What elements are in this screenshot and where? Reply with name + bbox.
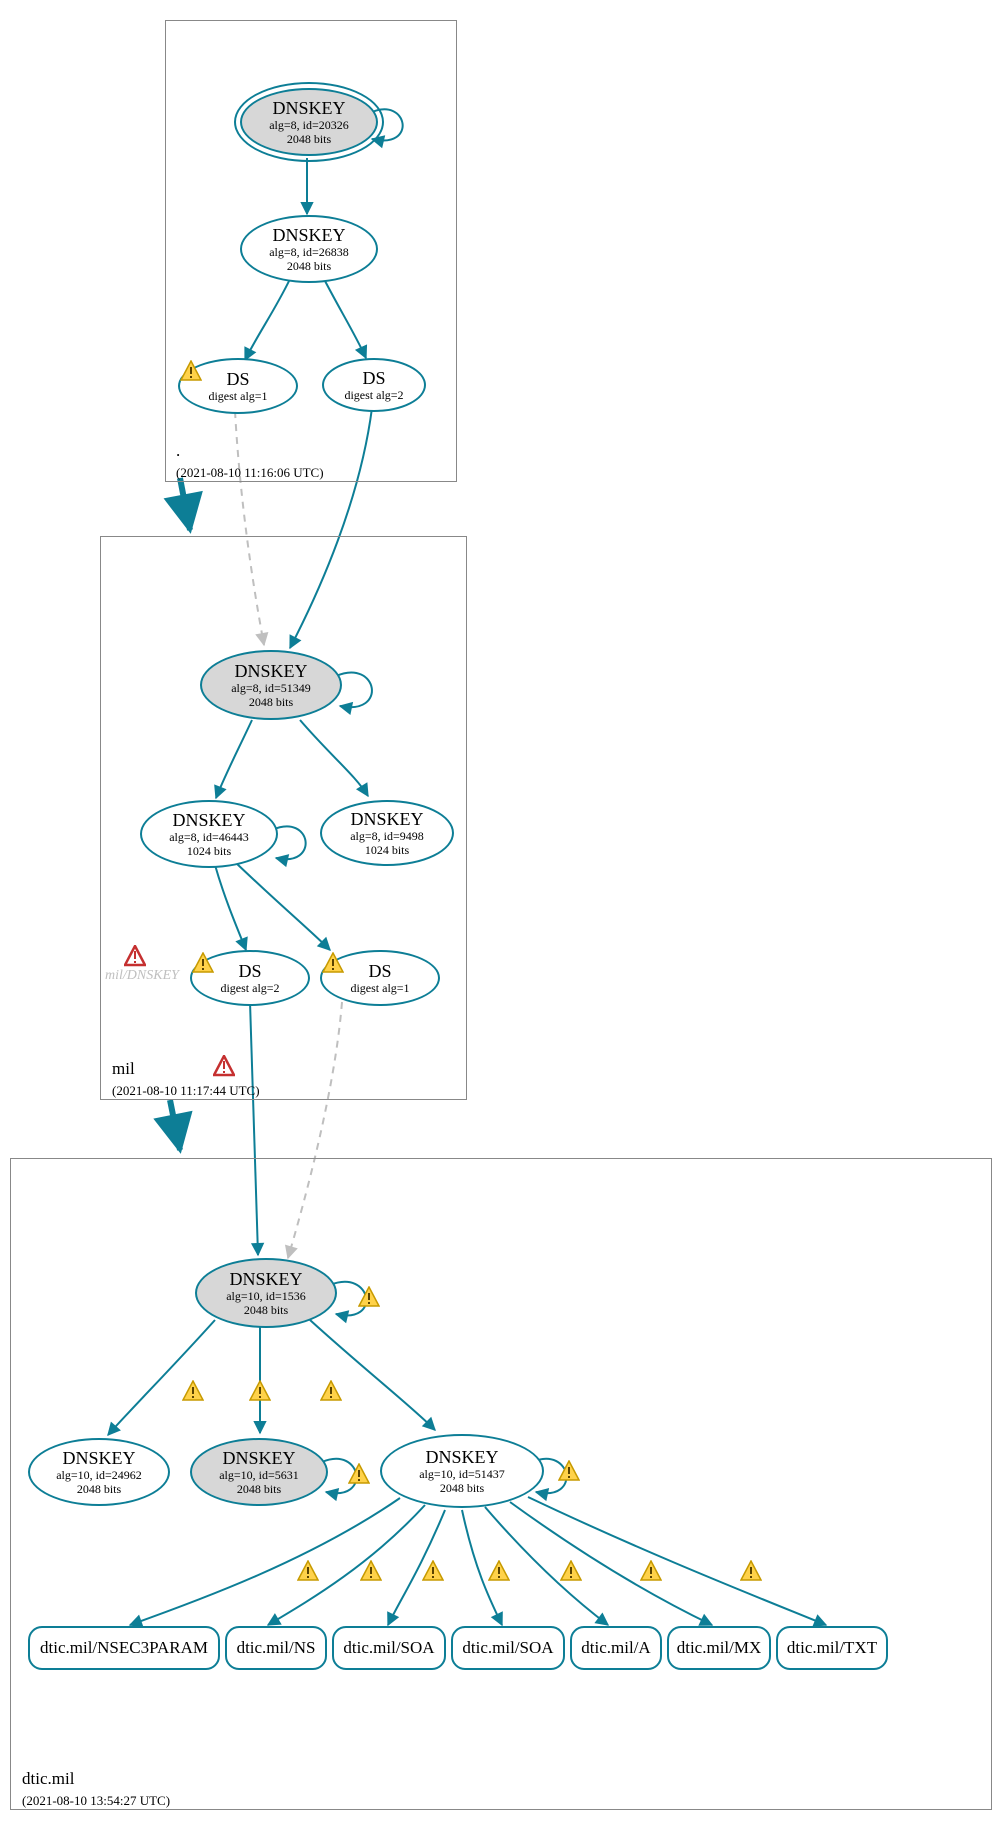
warning-icon — [488, 1560, 510, 1582]
warning-icon — [640, 1560, 662, 1582]
root-zsk[interactable]: DNSKEY alg=8, id=26838 2048 bits — [240, 215, 378, 283]
rrset-soa-1[interactable]: dtic.mil/SOA — [332, 1626, 446, 1670]
warning-icon — [560, 1560, 582, 1582]
rrset-ns[interactable]: dtic.mil/NS — [225, 1626, 327, 1670]
warning-icon — [182, 1380, 204, 1402]
rrset-soa-2[interactable]: dtic.mil/SOA — [451, 1626, 565, 1670]
zone-mil-label: mil(2021-08-10 11:17:44 UTC) — [112, 1058, 260, 1101]
rrset-mx[interactable]: dtic.mil/MX — [667, 1626, 771, 1670]
mil-zsk-9498[interactable]: DNSKEY alg=8, id=9498 1024 bits — [320, 800, 454, 866]
error-icon — [213, 1055, 235, 1077]
dtic-dnskey-51437[interactable]: DNSKEY alg=10, id=51437 2048 bits — [380, 1434, 544, 1508]
zone-dtic-label: dtic.mil(2021-08-10 13:54:27 UTC) — [22, 1768, 170, 1811]
root-ds1[interactable]: DS digest alg=1 — [178, 358, 298, 414]
mil-ds-alg2[interactable]: DS digest alg=2 — [190, 950, 310, 1006]
warning-icon — [320, 1380, 342, 1402]
warning-icon — [322, 952, 344, 974]
warning-icon — [422, 1560, 444, 1582]
dtic-ksk[interactable]: DNSKEY alg=10, id=1536 2048 bits — [195, 1258, 337, 1328]
mil-ds-alg1[interactable]: DS digest alg=1 — [320, 950, 440, 1006]
rrset-nsec3param[interactable]: dtic.mil/NSEC3PARAM — [28, 1626, 220, 1670]
error-icon — [124, 945, 146, 967]
dtic-dnskey-5631[interactable]: DNSKEY alg=10, id=5631 2048 bits — [190, 1438, 328, 1506]
warning-icon — [558, 1460, 580, 1482]
mil-zsk-46443[interactable]: DNSKEY alg=8, id=46443 1024 bits — [140, 800, 278, 868]
warning-icon — [360, 1560, 382, 1582]
warning-icon — [180, 360, 202, 382]
mil-ksk[interactable]: DNSKEY alg=8, id=51349 2048 bits — [200, 650, 342, 720]
mil-dnskey-missing: mil/DNSKEY — [105, 968, 179, 984]
root-ds2[interactable]: DS digest alg=2 — [322, 358, 426, 412]
root-ksk[interactable]: DNSKEY alg=8, id=20326 2048 bits — [240, 88, 378, 156]
warning-icon — [297, 1560, 319, 1582]
rrset-a[interactable]: dtic.mil/A — [570, 1626, 662, 1670]
warning-icon — [192, 952, 214, 974]
warning-icon — [740, 1560, 762, 1582]
warning-icon — [358, 1286, 380, 1308]
zone-root-label: .(2021-08-10 11:16:06 UTC) — [176, 440, 324, 483]
dtic-dnskey-24962[interactable]: DNSKEY alg=10, id=24962 2048 bits — [28, 1438, 170, 1506]
rrset-txt[interactable]: dtic.mil/TXT — [776, 1626, 888, 1670]
warning-icon — [249, 1380, 271, 1402]
warning-icon — [348, 1463, 370, 1485]
